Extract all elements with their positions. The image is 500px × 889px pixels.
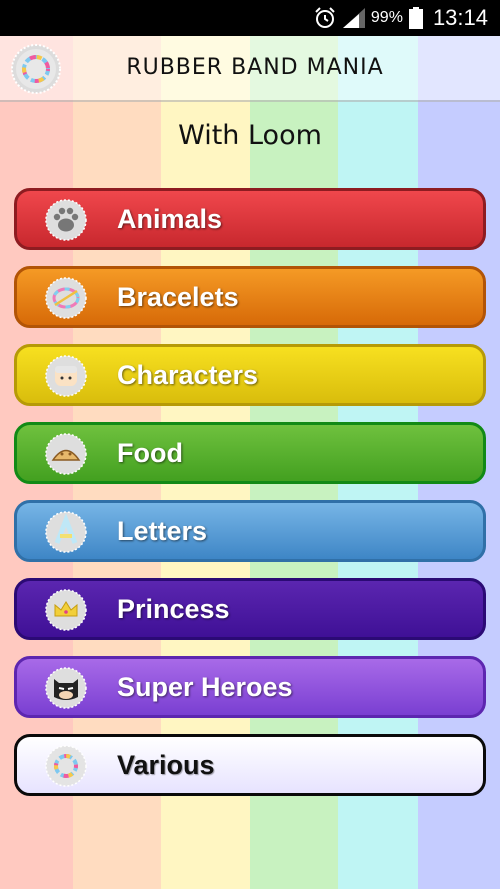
menu-item-label: Animals [117, 204, 223, 234]
menu-item-label: Various [117, 750, 215, 780]
menu-item-label: Bracelets [117, 282, 239, 312]
menu-item-label: Super Heroes [117, 672, 293, 702]
bracelet-icon [45, 277, 87, 319]
status-bar: 99% 13:14 [0, 0, 500, 36]
menu-item-princess[interactable]: Princess [14, 578, 486, 640]
letter-icon [45, 511, 87, 553]
taco-icon [45, 433, 87, 475]
menu-item-bracelets[interactable]: Bracelets [14, 266, 486, 328]
battery-icon [408, 7, 423, 29]
rainbow-ring-icon [45, 745, 87, 787]
loom-bracelet-logo-icon[interactable] [11, 44, 61, 94]
menu-item-various[interactable]: Various [14, 734, 486, 796]
action-bar: RUBBER BAND MANIA [0, 36, 500, 102]
menu-item-label: Princess [117, 594, 230, 624]
signal-icon [342, 8, 365, 28]
menu-item-animals[interactable]: Animals [14, 188, 486, 250]
status-clock: 13:14 [432, 5, 488, 30]
app-title: RUBBER BAND MANIA [126, 55, 384, 80]
menu-item-label: Letters [117, 516, 208, 546]
alarm-icon [315, 7, 335, 28]
menu-item-super-heroes[interactable]: Super Heroes [14, 656, 486, 718]
menu-item-letters[interactable]: Letters [14, 500, 486, 562]
menu-item-label: Characters [117, 360, 259, 390]
menu-item-label: Food [117, 438, 183, 468]
category-menu: Animals Bracelets Characters Food Letter… [14, 188, 486, 812]
battery-percent: 99% [370, 9, 403, 26]
menu-item-characters[interactable]: Characters [14, 344, 486, 406]
subtitle: With Loom [178, 120, 322, 151]
menu-item-food[interactable]: Food [14, 422, 486, 484]
character-face-icon [45, 355, 87, 397]
paw-icon [45, 199, 87, 241]
masked-hero-icon [45, 667, 87, 709]
crown-icon [45, 589, 87, 631]
